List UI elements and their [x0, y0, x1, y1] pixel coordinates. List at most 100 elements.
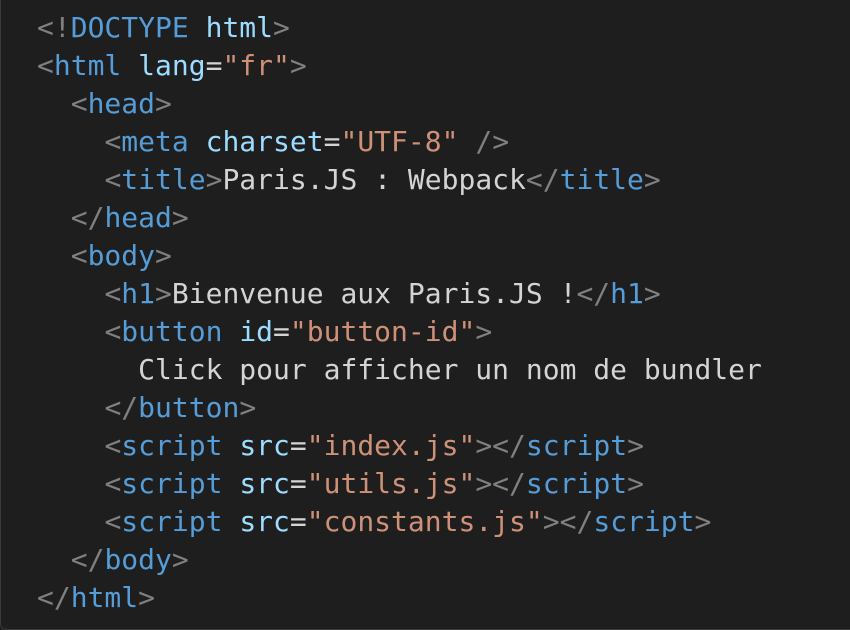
code-tag-name: h1 — [121, 277, 156, 310]
code-line: <body> — [37, 237, 850, 275]
code-punctuation: > — [694, 505, 712, 538]
code-tag-name: head — [104, 201, 172, 234]
code-punctuation: </ — [576, 277, 611, 310]
code-punctuation: < — [104, 277, 122, 310]
code-punctuation: > — [239, 391, 257, 424]
code-tag-name: script — [121, 429, 223, 462]
code-punctuation: ></ — [475, 429, 526, 462]
code-punctuation: </ — [70, 201, 105, 234]
code-punctuation: > — [155, 277, 172, 310]
code-line: </body> — [37, 541, 850, 579]
code-line: <script src="utils.js"></script> — [37, 465, 850, 503]
code-punctuation: > — [138, 581, 156, 614]
code-punctuation: < — [104, 125, 122, 158]
code-punctuation: > — [171, 201, 189, 234]
code-line: </head> — [37, 199, 850, 237]
code-tag-name: h1 — [610, 277, 644, 310]
code-tag-name: button — [138, 391, 240, 424]
code-line: <title>Paris.JS : Webpack</title> — [37, 161, 850, 199]
code-tag-name: meta — [121, 125, 189, 158]
code-tag-name: title — [121, 163, 206, 196]
code-tag-name: script — [593, 505, 695, 538]
code-tag-name: button — [121, 315, 223, 348]
code-punctuation: > — [475, 315, 493, 348]
code-tag-name: body — [87, 239, 156, 272]
code-punctuation: < — [104, 429, 122, 462]
code-punctuation: ></ — [475, 467, 526, 500]
code-attribute-name: src — [239, 467, 290, 500]
code-line: Click pour afficher un nom de bundler — [37, 351, 850, 389]
code-tag-name: DOCTYPE — [70, 11, 189, 44]
code-punctuation: <! — [37, 11, 71, 44]
code-text: = — [323, 125, 341, 158]
code-line: <button id="button-id"> — [37, 313, 850, 351]
code-line: </html> — [37, 579, 850, 617]
code-punctuation: > — [171, 543, 189, 576]
code-punctuation: > — [627, 429, 644, 462]
code-attribute-name: src — [239, 505, 290, 538]
code-attribute-value: "utils.js" — [306, 467, 476, 500]
code-punctuation: < — [70, 87, 88, 120]
code-attribute-name: id — [239, 315, 274, 348]
code-text: = — [205, 49, 223, 82]
code-line: </button> — [37, 389, 850, 427]
code-punctuation: </ — [70, 543, 105, 576]
code-editor: <!DOCTYPE html> <html lang="fr"> <head> <… — [0, 0, 850, 630]
code-tag-name: script — [525, 467, 628, 500]
code-attribute-value: "fr" — [222, 49, 290, 82]
code-tag-name: script — [525, 429, 628, 462]
code-punctuation: < — [104, 505, 122, 538]
code-line: <!DOCTYPE html> — [37, 9, 850, 47]
code-attribute-value: "button-id" — [289, 315, 476, 348]
code-attribute-value: "constants.js" — [306, 505, 543, 538]
code-punctuation: < — [70, 239, 88, 272]
code-text: Paris.JS : Webpack — [222, 163, 526, 196]
code-line: <html lang="fr"> — [37, 47, 850, 85]
code-punctuation: > — [155, 239, 172, 272]
code-tag-name: title — [559, 163, 644, 196]
code-attribute-value: "index.js" — [306, 429, 476, 462]
code-punctuation: > — [643, 163, 661, 196]
code-text: Click pour afficher un nom de bundler — [138, 353, 762, 386]
code-punctuation: </ — [104, 391, 139, 424]
code-text: Bienvenue aux Paris.JS ! — [171, 277, 577, 310]
code-punctuation: </ — [37, 581, 71, 614]
code-punctuation: </ — [525, 163, 560, 196]
code-punctuation: > — [155, 87, 172, 120]
code-line: <h1>Bienvenue aux Paris.JS !</h1> — [37, 275, 850, 313]
code-tag-name: script — [121, 467, 223, 500]
code-attribute-name: src — [239, 429, 290, 462]
code-punctuation: > — [289, 49, 307, 82]
code-punctuation: < — [104, 467, 122, 500]
code-attribute-value: "UTF-8" — [340, 125, 459, 158]
code-tag-name: html — [53, 49, 122, 82]
code-punctuation: < — [104, 315, 122, 348]
code-text: = — [289, 429, 307, 462]
code-text: = — [289, 505, 307, 538]
code-attribute-name: charset — [205, 125, 324, 158]
code-punctuation: > — [627, 467, 644, 500]
code-punctuation: > — [273, 11, 290, 44]
code-line: <script src="constants.js"></script> — [37, 503, 850, 541]
code-attribute-name: lang — [138, 49, 206, 82]
code-attribute-name: html — [205, 11, 274, 44]
code-punctuation: < — [104, 163, 122, 196]
